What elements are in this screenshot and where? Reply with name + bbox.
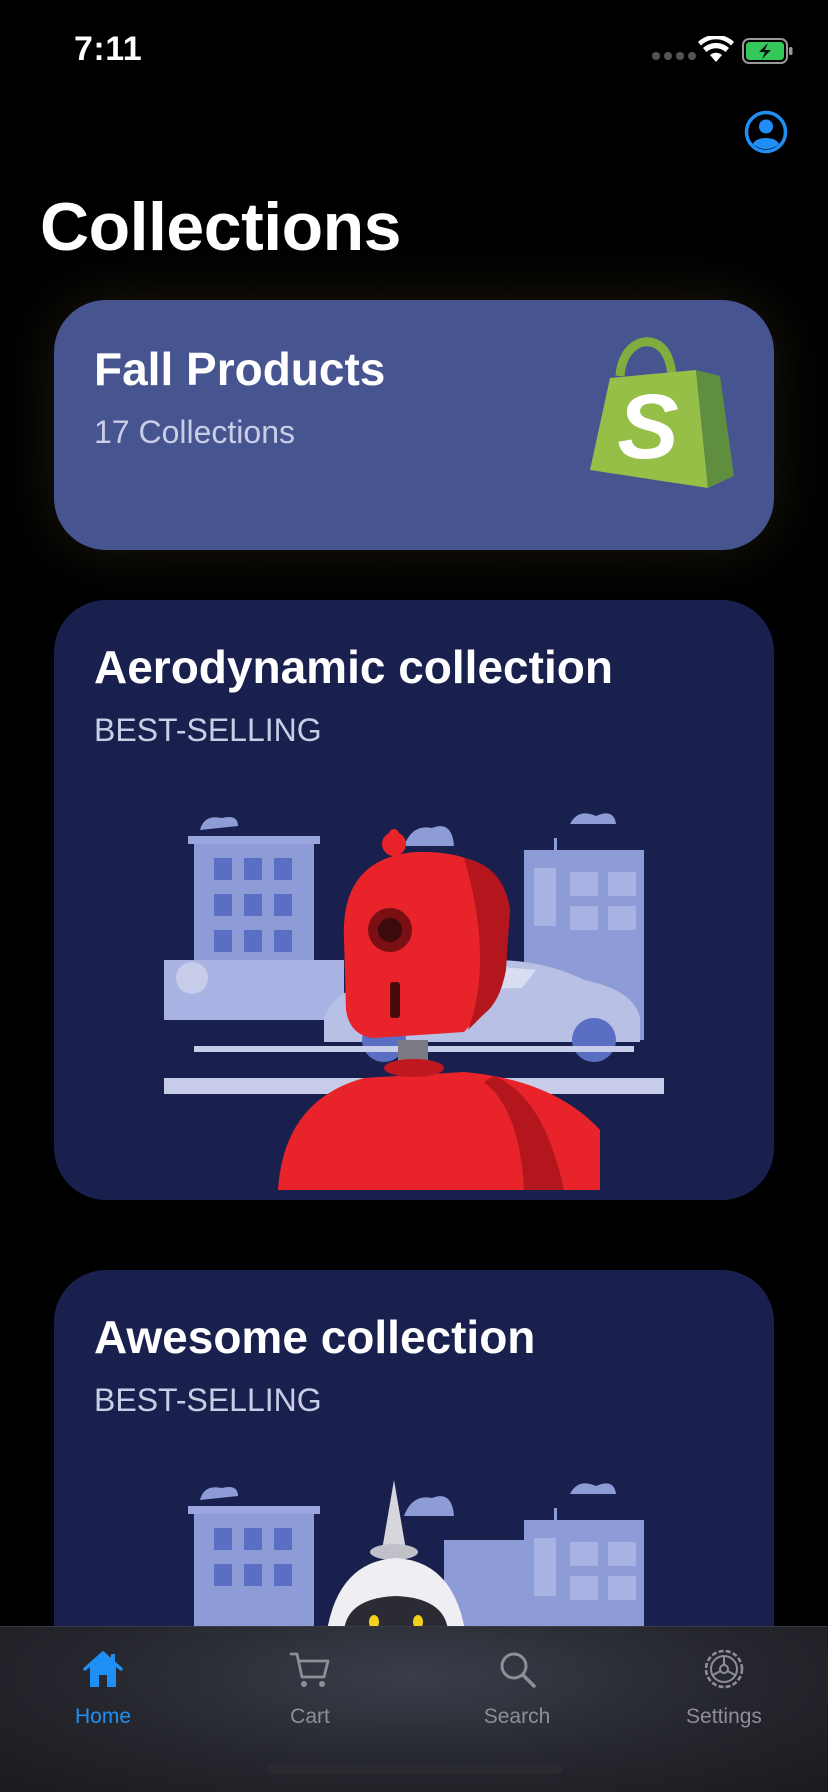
cart-icon [289,1652,330,1687]
card-title: Aerodynamic collection [94,641,613,693]
card-title: Awesome collection [94,1311,536,1363]
tab-search[interactable]: Search [447,1647,587,1729]
cellular-signal-icon [652,52,696,60]
status-time: 7:11 [74,30,143,68]
shopify-bag-logo: S [590,337,734,488]
home-indicator [266,1764,562,1774]
tab-cart[interactable]: Cart [240,1647,380,1729]
battery-charging-icon [742,38,793,64]
tab-settings[interactable]: Settings [654,1647,794,1729]
card-subtitle: BEST-SELLING [94,712,322,748]
svg-text:S: S [617,376,678,478]
card-title: Fall Products [94,343,386,395]
wifi-icon [698,36,734,62]
tab-label: Home [74,1705,132,1728]
house-icon [83,1651,123,1687]
tab-label: Cart [290,1705,330,1728]
status-bar: 7:11 [0,0,828,100]
card-subtitle: BEST-SELLING [94,1382,322,1418]
tab-label: Search [483,1705,551,1728]
collection-card[interactable]: Aerodynamic collection BEST-SELLING [54,600,774,1200]
tab-home[interactable]: Home [33,1647,173,1729]
featured-collection-card[interactable]: Fall Products 17 Collections S [54,300,774,550]
profile-button[interactable] [744,110,788,154]
gear-icon [704,1649,744,1689]
page-title: Collections [40,189,402,265]
card-subtitle: 17 Collections [94,414,295,450]
magnifying-glass-icon [500,1652,536,1688]
collection-illustration [164,813,664,1190]
tab-label: Settings [686,1705,762,1728]
